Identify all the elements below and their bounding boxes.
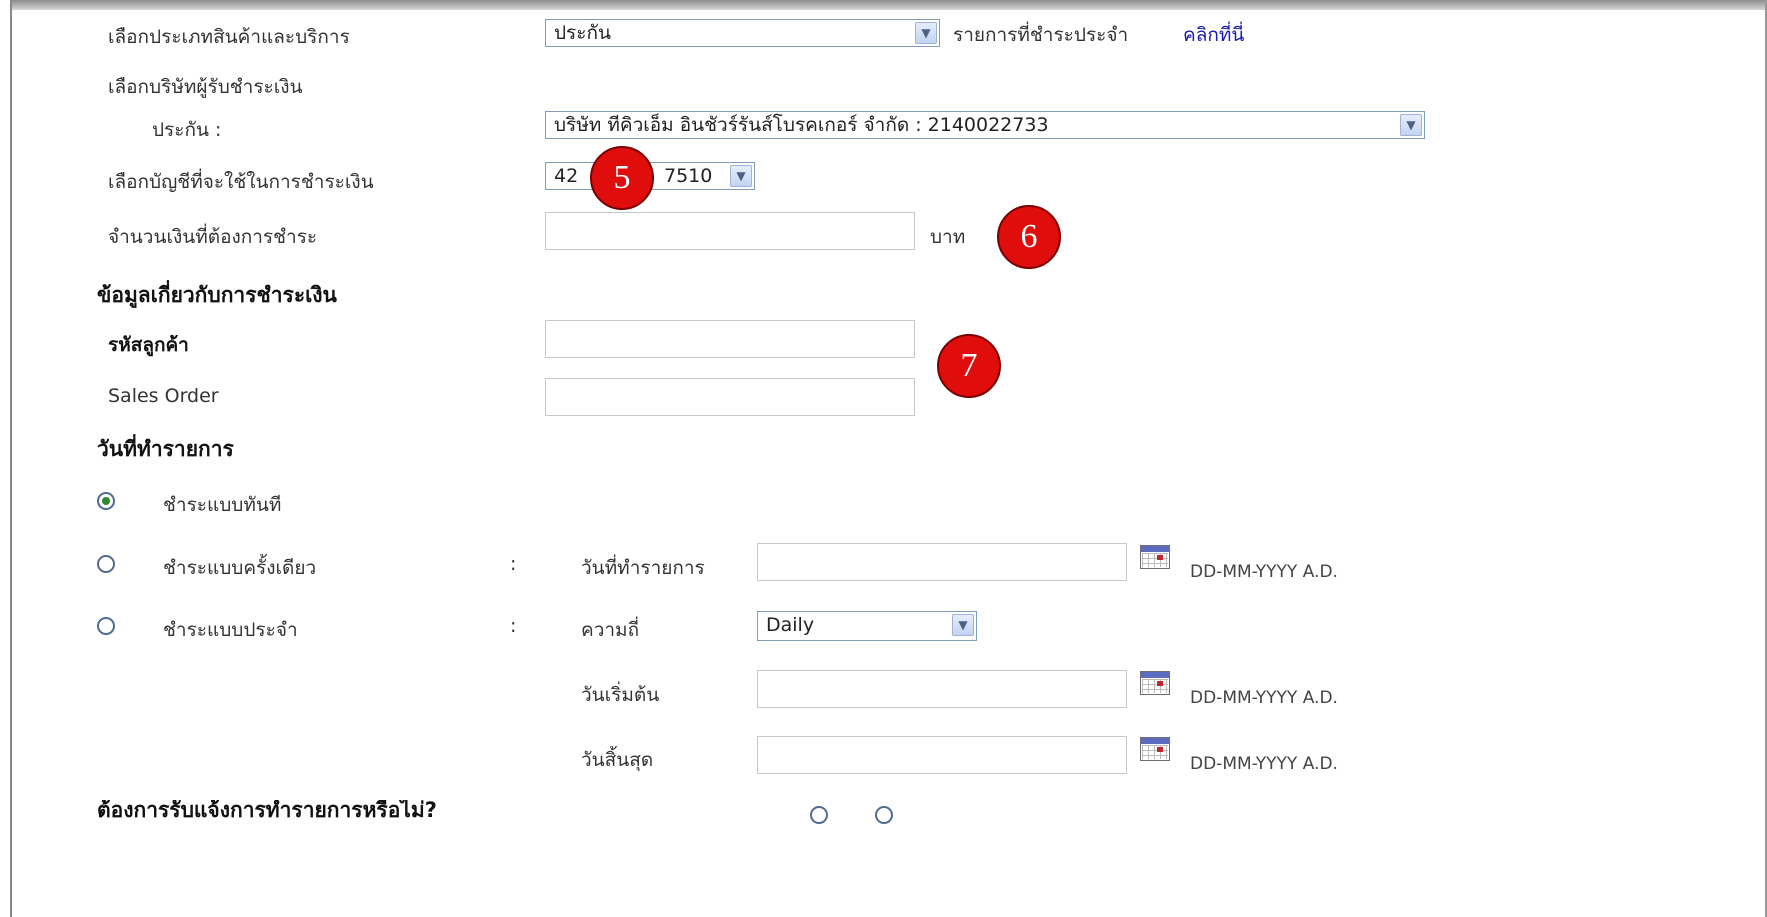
recurring-link[interactable]: คลิกที่นี่ [1183, 20, 1244, 50]
calendar-icon[interactable] [1140, 671, 1170, 695]
pay-once-radio[interactable] [97, 555, 115, 573]
chevron-down-icon[interactable]: ▼ [915, 22, 937, 44]
end-date-hint: DD-MM-YYYY A.D. [1190, 754, 1338, 774]
start-date-hint: DD-MM-YYYY A.D. [1190, 688, 1338, 708]
once-date-input[interactable] [757, 543, 1127, 581]
sales-order-label: Sales Order [108, 385, 219, 407]
radio-selected-dot [102, 497, 110, 505]
window-left-border [0, 0, 12, 917]
payee-label: เลือกบริษัทผู้รับชำระเงิน [108, 76, 303, 98]
service-type-label: เลือกประเภทสินค้าและบริการ [108, 26, 350, 48]
account-value-right: 7510 [664, 165, 713, 187]
once-date-label: วันที่ทำรายการ [581, 557, 705, 579]
end-date-input[interactable] [757, 736, 1127, 774]
transaction-date-heading: วันที่ทำรายการ [97, 437, 234, 461]
window-top-border [0, 0, 1767, 10]
chevron-down-icon[interactable]: ▼ [730, 165, 752, 187]
frequency-label: ความถี่ [581, 619, 640, 641]
pay-recurring-label: ชำระแบบประจำ [163, 619, 298, 641]
pay-once-colon: : [510, 553, 517, 575]
service-type-value: ประกัน [554, 22, 611, 44]
pay-once-label: ชำระแบบครั้งเดียว [163, 557, 317, 579]
customer-code-input[interactable] [545, 320, 915, 358]
payee-category-label: ประกัน : [152, 119, 222, 141]
start-date-label: วันเริ่มต้น [581, 684, 660, 706]
amount-unit: บาท [930, 226, 966, 248]
notify-heading: ต้องการรับแจ้งการทำรายการหรือไม่? [97, 800, 437, 822]
chevron-down-icon[interactable]: ▼ [952, 614, 974, 636]
payee-value: บริษัท ทีคิวเอ็ม อินชัวร์รันส์โบรคเกอร์ … [554, 114, 1049, 136]
amount-label: จำนวนเงินที่ต้องการชำระ [108, 226, 318, 248]
marker-6: 6 [997, 205, 1061, 269]
once-date-hint: DD-MM-YYYY A.D. [1190, 562, 1338, 582]
chevron-down-icon[interactable]: ▼ [1400, 114, 1422, 136]
notify-no-radio[interactable] [875, 806, 893, 824]
recurring-text: รายการที่ชำระประจำ [953, 24, 1129, 46]
payment-info-heading: ข้อมูลเกี่ยวกับการชำระเงิน [97, 283, 337, 307]
amount-input[interactable] [545, 212, 915, 250]
payee-select[interactable]: บริษัท ทีคิวเอ็ม อินชัวร์รันส์โบรคเกอร์ … [545, 111, 1425, 139]
notify-yes-radio[interactable] [810, 806, 828, 824]
notify-row-clip: ต้องการรับแจ้งการทำรายการหรือไม่? [0, 800, 1767, 917]
start-date-input[interactable] [757, 670, 1127, 708]
pay-now-label: ชำระแบบทันที [163, 494, 282, 516]
account-label: เลือกบัญชีที่จะใช้ในการชำระเงิน [108, 171, 374, 193]
service-type-select[interactable]: ประกัน ▼ [545, 19, 940, 47]
account-value-left: 42 [554, 165, 579, 187]
calendar-icon[interactable] [1140, 545, 1170, 569]
marker-7: 7 [937, 334, 1001, 398]
pay-recurring-radio[interactable] [97, 617, 115, 635]
sales-order-input[interactable] [545, 378, 915, 416]
marker-5: 5 [590, 146, 654, 210]
pay-recurring-colon: : [510, 615, 517, 637]
calendar-icon[interactable] [1140, 737, 1170, 761]
pay-now-radio[interactable] [97, 492, 115, 510]
frequency-value: Daily [766, 614, 815, 636]
customer-code-label: รหัสลูกค้า [108, 334, 189, 356]
frequency-select[interactable]: Daily ▼ [757, 611, 977, 641]
end-date-label: วันสิ้นสุด [581, 749, 654, 771]
